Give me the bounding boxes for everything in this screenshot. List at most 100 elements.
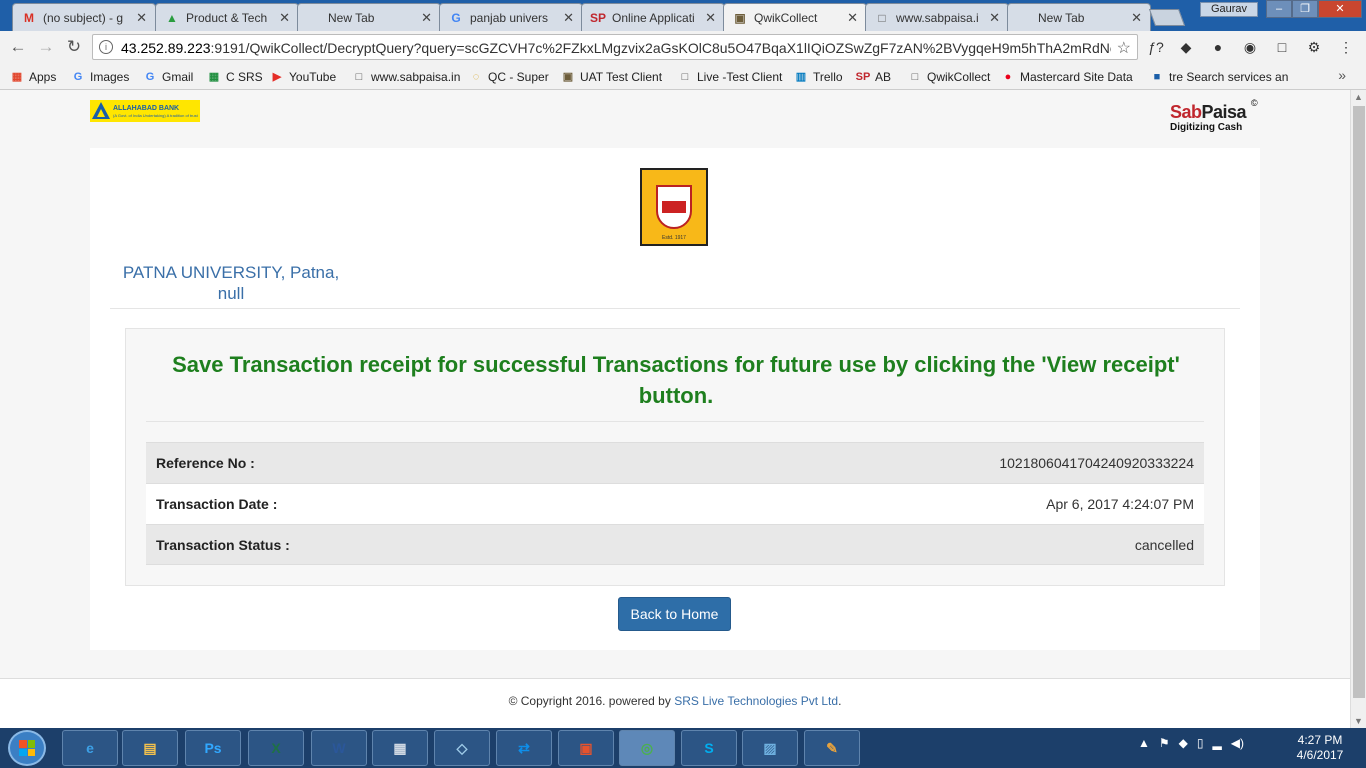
info-icon[interactable]: i xyxy=(99,40,113,54)
tab-close-icon[interactable]: ✕ xyxy=(705,10,716,26)
tab-6[interactable]: □ www.sabpaisa.i ✕ xyxy=(865,3,1009,31)
tab-1[interactable]: ▲ Product & Tech ✕ xyxy=(155,3,299,31)
word-icon[interactable]: W xyxy=(311,730,367,766)
bookmark-images[interactable]: G Images xyxy=(71,68,130,85)
transaction-date-value: Apr 6, 2017 4:24:07 PM xyxy=(1046,496,1194,512)
sheet-icon: ▦ xyxy=(208,71,220,83)
tab-4[interactable]: SP Online Applicati ✕ xyxy=(581,3,725,31)
page-scrollbar[interactable]: ▲ ▼ xyxy=(1350,90,1366,728)
bookmark-qc-super[interactable]: ◌ QC - Super xyxy=(469,68,549,85)
scroll-down-icon[interactable]: ▼ xyxy=(1354,716,1363,726)
tab-5[interactable]: ▣ QwikCollect ✕ xyxy=(723,3,867,31)
bank-tagline: (A Govt. of India Undertaking) A traditi… xyxy=(113,112,198,118)
brand-paisa: Paisa xyxy=(1201,102,1247,122)
grey-extension-icon[interactable]: □ xyxy=(1272,37,1292,57)
bookmark-star-icon[interactable]: ☆ xyxy=(1117,38,1131,58)
teamviewer-icon[interactable]: ⇄ xyxy=(496,730,552,766)
bookmark-qwikcollect[interactable]: □ QwikCollect xyxy=(908,68,991,85)
dark-extension-icon[interactable]: ● xyxy=(1208,37,1228,57)
bookmark-label: QwikCollect xyxy=(927,69,991,84)
mastercard-icon: ● xyxy=(1004,70,1012,83)
back-arrow-icon[interactable]: ← xyxy=(8,37,28,57)
more-bookmarks-icon[interactable]: » xyxy=(1338,67,1346,83)
pdf-reader-icon[interactable]: ▣ xyxy=(558,730,614,766)
bookmark-tre-search-services-an[interactable]: ■ tre Search services an xyxy=(1150,68,1289,85)
clock-date: 4/6/2017 xyxy=(1296,748,1344,762)
clock-time: 4:27 PM xyxy=(1297,733,1343,747)
close-window-icon[interactable]: ✕ xyxy=(1318,0,1362,18)
srs-live-link[interactable]: SRS Live Technologies Pvt Ltd xyxy=(674,694,838,708)
bookmark-label: Images xyxy=(90,69,130,84)
google-icon: G xyxy=(145,70,155,83)
bookmark-ab[interactable]: SP AB xyxy=(856,68,891,85)
tab-close-icon[interactable]: ✕ xyxy=(279,10,290,26)
excel-icon[interactable]: X xyxy=(248,730,304,766)
tab-close-icon[interactable]: ✕ xyxy=(421,10,432,26)
tab-7[interactable]: New Tab ✕ xyxy=(1007,3,1151,31)
profile-button[interactable]: Gaurav xyxy=(1200,2,1258,17)
receipt-message: Save Transaction receipt for successful … xyxy=(172,352,1180,408)
scrollbar-thumb[interactable] xyxy=(1353,106,1365,698)
image-viewer-icon[interactable]: ▨ xyxy=(742,730,798,766)
bookmark-apps[interactable]: ▦ Apps xyxy=(10,68,57,85)
bookmark-uat-test-client[interactable]: ▣ UAT Test Client xyxy=(561,68,662,85)
bookmark-label: www.sabpaisa.in xyxy=(371,69,461,84)
file-explorer-icon[interactable]: ▤ xyxy=(122,730,178,766)
green-extension-icon[interactable]: ◆ xyxy=(1176,37,1196,57)
tab-3[interactable]: Gpanjab univers ✕ xyxy=(439,3,583,31)
battery-icon[interactable]: ▯ xyxy=(1197,736,1204,750)
tab-close-icon[interactable]: ✕ xyxy=(136,10,147,26)
avast-icon[interactable]: ◆ xyxy=(1179,736,1188,750)
minimize-icon[interactable]: – xyxy=(1266,0,1292,18)
back-to-home-button[interactable]: Back to Home xyxy=(618,597,731,631)
system-clock[interactable]: 4:27 PM 4/6/2017 xyxy=(1290,733,1350,763)
bookmark-gmail[interactable]: G Gmail xyxy=(143,68,194,85)
url-text[interactable]: 43.252.89.223:9191/QwikCollect/DecryptQu… xyxy=(121,40,1111,56)
notes-icon[interactable]: ◇ xyxy=(434,730,490,766)
puzzle-extension-icon[interactable]: ⚙ xyxy=(1304,37,1324,57)
bookmark-c-srs[interactable]: ▦ C SRS xyxy=(207,68,263,85)
bookmark-label: QC - Super xyxy=(488,69,549,84)
tab-close-icon[interactable]: ✕ xyxy=(563,10,574,26)
tab-0[interactable]: M (no subject) - g ✕ xyxy=(12,3,156,31)
paint-icon[interactable]: ✎ xyxy=(804,730,860,766)
photoshop-icon[interactable]: Ps xyxy=(185,730,241,766)
address-bar[interactable]: i 43.252.89.223:9191/QwikCollect/Decrypt… xyxy=(92,34,1138,60)
chrome-icon[interactable]: ◎ xyxy=(619,730,675,766)
bookmark-youtube[interactable]: ▶ YouTube xyxy=(270,68,336,85)
bookmark-label: tre Search services an xyxy=(1169,69,1289,84)
tab-close-icon[interactable]: ✕ xyxy=(1131,10,1142,26)
tab-close-icon[interactable]: ✕ xyxy=(989,10,1000,26)
bookmark-trello[interactable]: ▥ Trello xyxy=(794,68,843,85)
bookmark-label: UAT Test Client xyxy=(580,69,663,84)
transaction-status-row: Transaction Status : cancelled xyxy=(146,524,1204,565)
action-center-icon[interactable]: ⚑ xyxy=(1159,736,1170,750)
maximize-icon[interactable]: ❐ xyxy=(1292,0,1318,18)
font-extension-icon[interactable]: ƒ? xyxy=(1146,37,1166,57)
brand-tagline: Digitizing Cash xyxy=(1170,122,1243,133)
new-tab-button[interactable] xyxy=(1148,9,1186,26)
page-icon: □ xyxy=(878,10,886,25)
calculator-icon[interactable]: ▦ xyxy=(372,730,428,766)
tab-2[interactable]: New Tab ✕ xyxy=(297,3,441,31)
chrome-menu-icon[interactable]: ⋮ xyxy=(1336,37,1356,57)
start-button[interactable] xyxy=(8,730,46,766)
network-icon[interactable]: ▂ xyxy=(1213,736,1222,750)
skype-icon[interactable]: S xyxy=(681,730,737,766)
internet-explorer-icon[interactable]: e xyxy=(62,730,118,766)
blank-icon xyxy=(1016,10,1032,26)
reload-icon[interactable]: ↻ xyxy=(64,37,84,57)
tab-label: panjab univers xyxy=(470,10,549,25)
tab-close-icon[interactable]: ✕ xyxy=(847,10,858,26)
bookmark-live-test-client[interactable]: □ Live -Test Client xyxy=(678,68,783,85)
apps-grid-icon: ▦ xyxy=(11,71,23,83)
volume-icon[interactable]: ◀) xyxy=(1231,736,1244,750)
forward-arrow-icon[interactable]: → xyxy=(36,37,56,57)
yellow-extension-icon[interactable]: ◉ xyxy=(1240,37,1260,57)
scroll-up-icon[interactable]: ▲ xyxy=(1354,92,1363,102)
show-hidden-icons[interactable]: ▲ xyxy=(1138,736,1150,750)
transaction-status-label: Transaction Status : xyxy=(156,536,290,553)
bookmark-www-sabpaisa-in[interactable]: □ www.sabpaisa.in xyxy=(352,68,461,85)
bookmark-mastercard-site-data[interactable]: ● Mastercard Site Data xyxy=(1001,68,1133,85)
sabpaisa-icon: SP xyxy=(590,10,607,25)
